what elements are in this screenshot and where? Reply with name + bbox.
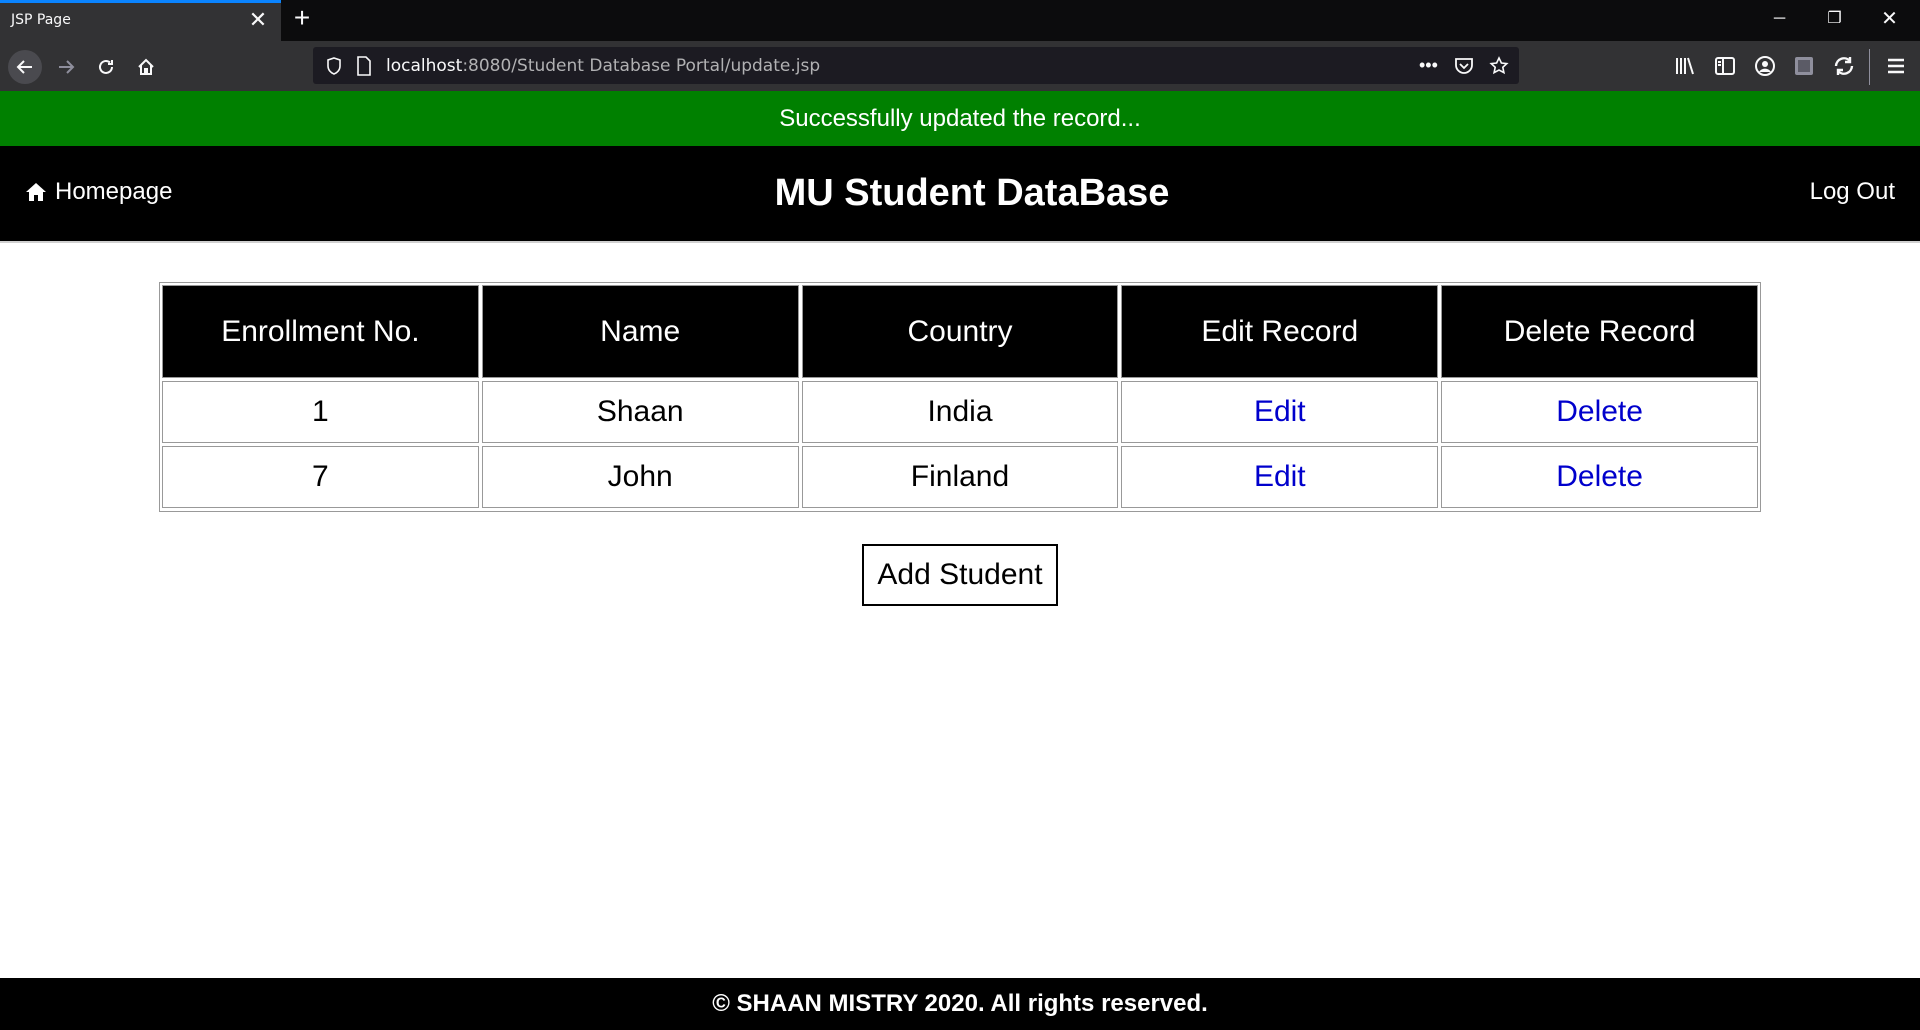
name-cell: John	[481, 446, 799, 508]
table-row: 1 Shaan India Edit Delete	[162, 381, 1758, 443]
edit-link[interactable]: Edit	[1254, 460, 1306, 493]
home-icon[interactable]	[129, 50, 163, 84]
name-cell: Shaan	[481, 381, 799, 443]
enrollment-cell: 7	[162, 446, 479, 508]
edit-cell: Edit	[1121, 446, 1439, 508]
pocket-icon[interactable]	[1454, 57, 1474, 75]
page-info-icon[interactable]	[356, 56, 372, 76]
delete-link[interactable]: Delete	[1556, 460, 1643, 493]
column-header-name: Name	[481, 285, 799, 378]
edit-link[interactable]: Edit	[1254, 395, 1306, 428]
menu-icon[interactable]	[1884, 54, 1908, 78]
column-header-country: Country	[801, 285, 1119, 378]
url-path: :8080/Student Database Portal/update.jsp	[462, 56, 821, 76]
url-host: localhost	[386, 56, 463, 76]
delete-cell: Delete	[1441, 381, 1758, 443]
reload-icon[interactable]	[89, 50, 123, 84]
delete-link[interactable]: Delete	[1556, 395, 1643, 428]
minimize-icon[interactable]: ─	[1752, 0, 1807, 41]
new-tab-icon[interactable]: +	[288, 4, 316, 32]
back-icon[interactable]	[8, 50, 42, 84]
library-icon[interactable]	[1673, 54, 1697, 78]
url-bar[interactable]: localhost:8080/Student Database Portal/u…	[313, 47, 1519, 84]
logout-link[interactable]: Log Out	[1810, 178, 1895, 206]
page-footer: © SHAAN MISTRY 2020. All rights reserved…	[0, 978, 1920, 1030]
country-cell: India	[801, 381, 1119, 443]
extension-icon[interactable]	[1792, 54, 1816, 78]
column-header-enrollment: Enrollment No.	[162, 285, 479, 378]
browser-tab-strip: JSP Page ✕ + ─ ❐ ✕	[0, 0, 1920, 41]
table-row: 7 John Finland Edit Delete	[162, 446, 1758, 508]
tracking-protection-icon[interactable]	[325, 56, 343, 76]
enrollment-cell: 1	[162, 381, 479, 443]
close-tab-icon[interactable]: ✕	[247, 9, 269, 31]
edit-cell: Edit	[1121, 381, 1439, 443]
success-banner: Successfully updated the record...	[0, 91, 1920, 146]
window-close-icon[interactable]: ✕	[1862, 0, 1917, 41]
forward-icon[interactable]	[49, 50, 83, 84]
page-title: MU Student DataBase	[774, 172, 1170, 214]
student-table: Enrollment No. Name Country Edit Record …	[159, 282, 1761, 512]
sync-icon[interactable]	[1832, 54, 1856, 78]
toolbar-divider	[1869, 49, 1870, 85]
account-icon[interactable]	[1753, 54, 1777, 78]
table-header-row: Enrollment No. Name Country Edit Record …	[162, 285, 1758, 378]
browser-tab[interactable]: JSP Page ✕	[0, 0, 281, 41]
browser-toolbar: localhost:8080/Student Database Portal/u…	[0, 41, 1920, 91]
column-header-delete: Delete Record	[1441, 285, 1758, 378]
page-actions-icon[interactable]: •••	[1419, 55, 1438, 76]
restore-icon[interactable]: ❐	[1807, 0, 1862, 41]
sidebar-icon[interactable]	[1713, 54, 1737, 78]
url-text[interactable]: localhost:8080/Student Database Portal/u…	[386, 56, 820, 76]
delete-cell: Delete	[1441, 446, 1758, 508]
add-student-button[interactable]: Add Student	[862, 544, 1058, 606]
tab-title: JSP Page	[11, 12, 71, 28]
bookmark-star-icon[interactable]	[1489, 56, 1509, 76]
country-cell: Finland	[801, 446, 1119, 508]
page-header: Homepage MU Student DataBase Log Out	[0, 146, 1920, 243]
column-header-edit: Edit Record	[1121, 285, 1439, 378]
